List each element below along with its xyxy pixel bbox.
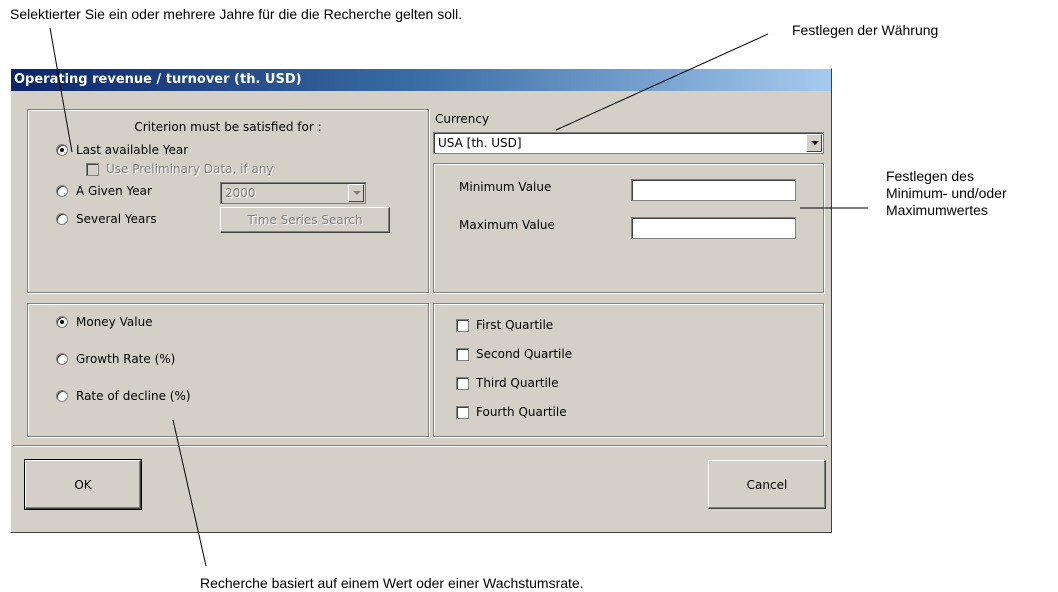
annotation-years: Selektierter Sie ein oder mehrere Jahre …: [10, 6, 463, 22]
given-year-select[interactable]: 2000: [220, 182, 366, 204]
annotation-minmax-1: Festlegen des: [886, 168, 974, 184]
currency-value: USA [th. USD]: [438, 136, 522, 150]
money-value-radio[interactable]: [56, 316, 68, 328]
chevron-down-icon[interactable]: [806, 134, 822, 152]
annotation-minmax-2: Minimum- und/oder: [886, 185, 1007, 201]
max-value-input[interactable]: [631, 217, 796, 239]
cancel-button[interactable]: Cancel: [708, 460, 826, 509]
rate-of-decline-radio[interactable]: [56, 390, 68, 402]
given-year-value: 2000: [225, 186, 256, 200]
annotation-currency: Festlegen der Währung: [792, 22, 939, 38]
last-year-radio[interactable]: [56, 144, 68, 156]
currency-label: Currency: [435, 112, 490, 126]
last-year-label[interactable]: Last available Year: [76, 143, 188, 157]
preliminary-checkbox[interactable]: [86, 163, 99, 176]
min-value-input[interactable]: [631, 179, 796, 201]
max-value-label: Maximum Value: [459, 218, 555, 232]
dialog-title: Operating revenue / turnover (th. USD): [11, 69, 831, 91]
second-quartile-label[interactable]: Second Quartile: [476, 347, 572, 361]
cancel-label: Cancel: [746, 477, 788, 492]
growth-rate-radio[interactable]: [56, 353, 68, 365]
value-type-group: Money Value Growth Rate (%) Rate of decl…: [27, 303, 429, 437]
third-quartile-label[interactable]: Third Quartile: [476, 376, 559, 390]
annotation-value: Recherche basiert auf einem Wert oder ei…: [200, 575, 584, 591]
rate-of-decline-label[interactable]: Rate of decline (%): [76, 389, 191, 403]
second-quartile-checkbox[interactable]: [456, 348, 469, 361]
fourth-quartile-label[interactable]: Fourth Quartile: [476, 405, 567, 419]
money-value-label[interactable]: Money Value: [76, 315, 153, 329]
several-years-radio[interactable]: [56, 213, 68, 225]
first-quartile-label[interactable]: First Quartile: [476, 318, 553, 332]
ok-button[interactable]: OK: [24, 459, 142, 510]
preliminary-label: Use Preliminary Data, if any: [106, 162, 274, 176]
divider: [13, 445, 827, 447]
annotation-minmax-3: Maximumwertes: [886, 202, 988, 218]
growth-rate-label[interactable]: Growth Rate (%): [76, 352, 175, 366]
third-quartile-checkbox[interactable]: [456, 377, 469, 390]
min-value-label: Minimum Value: [459, 180, 552, 194]
criterion-group: Criterion must be satisfied for : Last a…: [27, 109, 429, 293]
first-quartile-checkbox[interactable]: [456, 319, 469, 332]
ok-label: OK: [74, 477, 92, 492]
criterion-heading: Criterion must be satisfied for :: [134, 120, 322, 134]
chevron-down-icon[interactable]: [348, 184, 364, 202]
currency-select[interactable]: USA [th. USD]: [433, 132, 824, 154]
given-year-label[interactable]: A Given Year: [76, 184, 152, 198]
fourth-quartile-checkbox[interactable]: [456, 406, 469, 419]
several-years-label[interactable]: Several Years: [76, 212, 157, 226]
range-group: Minimum Value Maximum Value: [433, 163, 824, 293]
dialog-window: Operating revenue / turnover (th. USD) C…: [10, 68, 832, 533]
time-series-search-label: Time Series Search: [247, 213, 363, 227]
time-series-search-button[interactable]: Time Series Search: [220, 207, 390, 233]
given-year-radio[interactable]: [56, 185, 68, 197]
quartiles-group: First Quartile Second Quartile Third Qua…: [433, 303, 824, 437]
